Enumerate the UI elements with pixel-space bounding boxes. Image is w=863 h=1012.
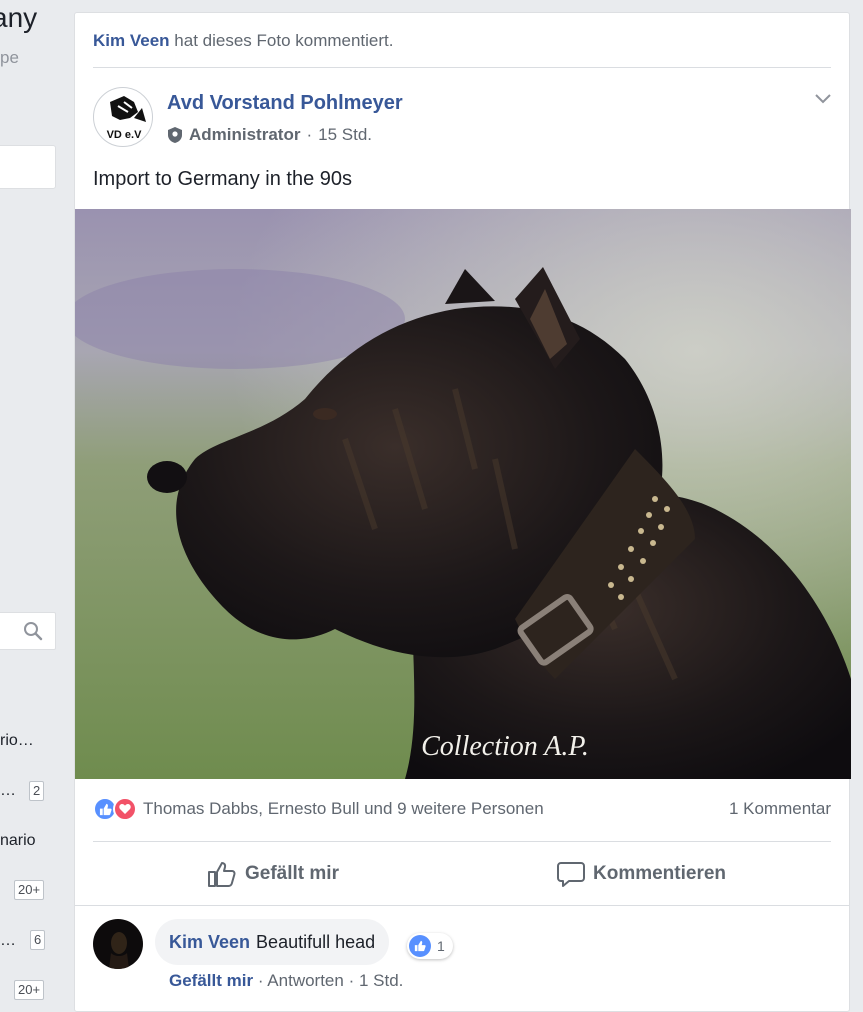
left-sidebar: any pe rio… … 2 nario 20+ … 6 20+ bbox=[0, 0, 62, 1000]
comment-button-label: Kommentieren bbox=[593, 863, 727, 884]
commenter-name-link[interactable]: Kim Veen bbox=[169, 932, 250, 953]
club-logo-icon: VD e.V bbox=[107, 96, 146, 141]
comment-button[interactable]: Kommentieren bbox=[557, 857, 726, 891]
love-reaction-icon bbox=[113, 797, 137, 821]
like-button[interactable]: Gefällt mir bbox=[207, 857, 339, 891]
chevron-down-icon[interactable] bbox=[813, 91, 833, 105]
sidebar-item[interactable]: … bbox=[0, 932, 16, 950]
post-text: Import to Germany in the 90s bbox=[93, 168, 353, 190]
author-name-link[interactable]: Avd Vorstand Pohlmeyer bbox=[167, 92, 403, 115]
sidebar-item[interactable]: nario bbox=[0, 832, 36, 850]
divider bbox=[93, 67, 831, 68]
comment-like-link[interactable]: Gefällt mir bbox=[169, 971, 253, 990]
story-header: Kim Veen hat dieses Foto kommentiert. bbox=[93, 31, 394, 51]
comment-time[interactable]: 1 Std. bbox=[359, 971, 403, 990]
post-meta: Administrator · 15 Std. bbox=[167, 125, 372, 145]
admin-role: Administrator bbox=[189, 125, 301, 144]
post-photo[interactable]: Collection A.P. bbox=[75, 209, 851, 779]
comment-reaction-count: 1 bbox=[437, 938, 445, 954]
group-subtitle-fragment: pe bbox=[0, 48, 19, 67]
comment-icon bbox=[557, 862, 585, 887]
sidebar-badge: 20+ bbox=[14, 880, 45, 900]
divider bbox=[93, 841, 831, 842]
comment-bubble: Kim Veen Beautifull head bbox=[155, 919, 390, 965]
divider bbox=[75, 905, 849, 906]
comment-actions: Gefällt mir · Antworten · 1 Std. bbox=[169, 971, 403, 991]
comment-reply-link[interactable]: Antworten bbox=[267, 971, 344, 990]
post-card: Kim Veen hat dieses Foto kommentiert. VD… bbox=[74, 12, 851, 1012]
comment-reactions[interactable]: 1 bbox=[407, 933, 453, 959]
separator: · bbox=[348, 971, 355, 990]
sidebar-badge: 2 bbox=[29, 781, 45, 801]
story-text: hat dieses Foto kommentiert. bbox=[174, 31, 394, 50]
comment-text: Beautifull head bbox=[256, 931, 376, 952]
author-avatar[interactable]: VD e.V bbox=[93, 87, 153, 147]
like-button-label: Gefällt mir bbox=[245, 863, 339, 884]
sidebar-badge: 20+ bbox=[14, 980, 45, 1000]
sidebar-search-input[interactable] bbox=[0, 612, 56, 650]
sidebar-item[interactable]: rio… bbox=[0, 732, 34, 750]
thumbs-up-icon bbox=[208, 862, 236, 887]
story-actor-link[interactable]: Kim Veen bbox=[93, 31, 170, 50]
shield-icon bbox=[168, 127, 182, 143]
sidebar-badge: 6 bbox=[30, 930, 46, 950]
search-icon bbox=[24, 622, 43, 641]
post-time[interactable]: 15 Std. bbox=[318, 125, 372, 145]
sidebar-item[interactable]: … bbox=[0, 782, 16, 800]
reactions-names[interactable]: Thomas Dabbs, Ernesto Bull und 9 weitere… bbox=[143, 799, 544, 819]
meta-separator: · bbox=[306, 125, 313, 144]
photo-watermark: Collection A.P. bbox=[421, 731, 589, 762]
reactions-summary[interactable]: Thomas Dabbs, Ernesto Bull und 9 weitere… bbox=[93, 797, 544, 821]
group-title-fragment: any bbox=[0, 2, 38, 33]
svg-text:VD e.V: VD e.V bbox=[107, 129, 143, 141]
sidebar-button[interactable] bbox=[0, 145, 56, 189]
comment-count-link[interactable]: 1 Kommentar bbox=[729, 799, 831, 819]
like-reaction-icon bbox=[409, 935, 431, 957]
commenter-avatar[interactable] bbox=[93, 919, 143, 969]
separator: · bbox=[257, 971, 264, 990]
